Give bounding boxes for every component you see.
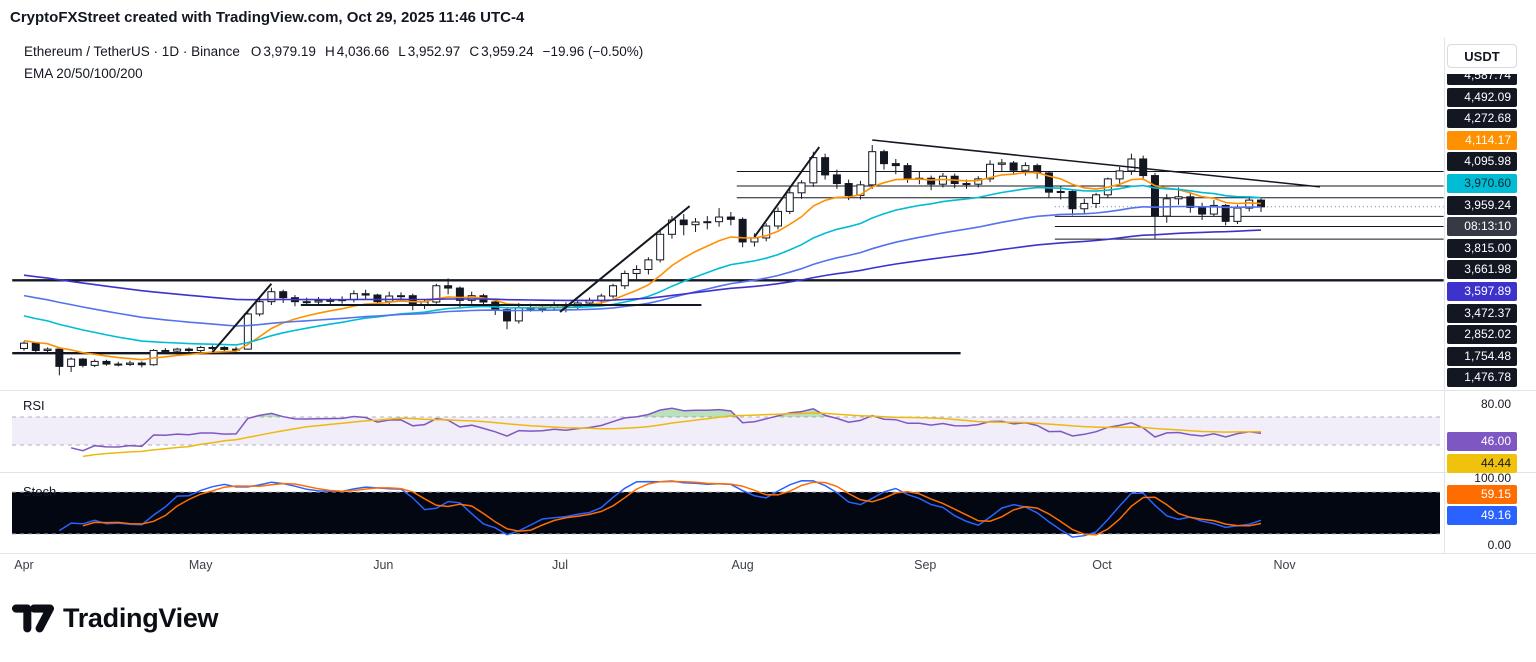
time-axis-label: Nov bbox=[1273, 558, 1296, 572]
ohlc-readout: O 3,979.19 H 4,036.66 L 3,952.97 C 3,959.24 bbox=[242, 44, 534, 59]
price-scale[interactable]: USDT 4,587.74 4,492.09 4,272.68 4,114.17 4,0… bbox=[1444, 0, 1536, 600]
price-label: 1,476.78 bbox=[1447, 368, 1517, 388]
time-axis-label: Sep bbox=[914, 558, 936, 572]
price-label: 3,472.37 bbox=[1447, 303, 1517, 323]
ohlc-label: O bbox=[250, 44, 262, 59]
indicator-value-label: 46.00 bbox=[1447, 431, 1517, 451]
currency-button[interactable]: USDT bbox=[1447, 44, 1517, 68]
scale-tick: 0.00 bbox=[1487, 538, 1511, 552]
time-axis[interactable]: Apr May Jun Jul Aug Sep Oct Nov bbox=[14, 558, 1296, 572]
candlesticks bbox=[20, 145, 1266, 376]
ohlc-label: H bbox=[324, 44, 335, 59]
price-label: 1,754.48 bbox=[1447, 346, 1517, 366]
ema-orange-price-label: 4,114.17 bbox=[1447, 130, 1517, 150]
change-readout: −19.96 (−0.50%) bbox=[542, 44, 644, 59]
tradingview-wordmark: TradingView bbox=[63, 602, 219, 633]
indicator-value-label: 59.15 bbox=[1447, 484, 1517, 504]
ema-legend[interactable]: EMA 20/50/100/200 bbox=[24, 66, 643, 81]
time-axis-label: Oct bbox=[1092, 558, 1112, 572]
ohlc-value: 3,979.19 bbox=[263, 44, 316, 59]
tradingview-chart-page: CryptoFXStreet created with TradingView.… bbox=[0, 0, 1536, 662]
symbol-title[interactable]: Ethereum / TetherUS · 1D · Binance bbox=[24, 44, 240, 59]
price-label: 4,272.68 bbox=[1447, 109, 1517, 129]
time-axis-label: Aug bbox=[732, 558, 754, 572]
ohlc-value: 3,959.24 bbox=[481, 44, 534, 59]
price-label: 3,661.98 bbox=[1447, 260, 1517, 280]
ohlc-label: L bbox=[398, 44, 406, 59]
time-axis-label: Jun bbox=[373, 558, 393, 572]
time-axis-label: May bbox=[189, 558, 213, 572]
price-label: 2,852.02 bbox=[1447, 325, 1517, 345]
indicator-value-label: 49.16 bbox=[1447, 505, 1517, 525]
scale-tick: 80.00 bbox=[1480, 397, 1511, 411]
rsi-pane-title[interactable]: RSI bbox=[23, 398, 45, 413]
time-axis-label: Jul bbox=[552, 558, 568, 572]
price-chart-canvas[interactable]: Apr May Jun Jul Aug Sep Oct Nov bbox=[0, 0, 1536, 600]
bar-countdown-label: 08:13:10 bbox=[1447, 217, 1517, 237]
ema-cyan-price-label: 3,970.60 bbox=[1447, 174, 1517, 193]
time-axis-label: Apr bbox=[14, 558, 33, 572]
tradingview-mark-icon bbox=[12, 604, 54, 633]
last-price-label: 3,959.24 bbox=[1447, 195, 1517, 215]
stoch-pane-title[interactable]: Stoch bbox=[23, 484, 56, 499]
chart-legend: Ethereum / TetherUS · 1D · Binance O 3,97… bbox=[24, 44, 643, 81]
ohlc-value: 4,036.66 bbox=[336, 44, 390, 59]
ohlc-label: C bbox=[469, 44, 480, 59]
price-label: 4,095.98 bbox=[1447, 152, 1517, 172]
price-label: 4,492.09 bbox=[1447, 87, 1517, 107]
ema-indigo-price-label: 3,597.89 bbox=[1447, 282, 1517, 301]
ohlc-value: 3,952.97 bbox=[407, 44, 461, 59]
tradingview-logo[interactable]: TradingView bbox=[12, 601, 219, 635]
price-label: 3,815.00 bbox=[1447, 238, 1517, 258]
